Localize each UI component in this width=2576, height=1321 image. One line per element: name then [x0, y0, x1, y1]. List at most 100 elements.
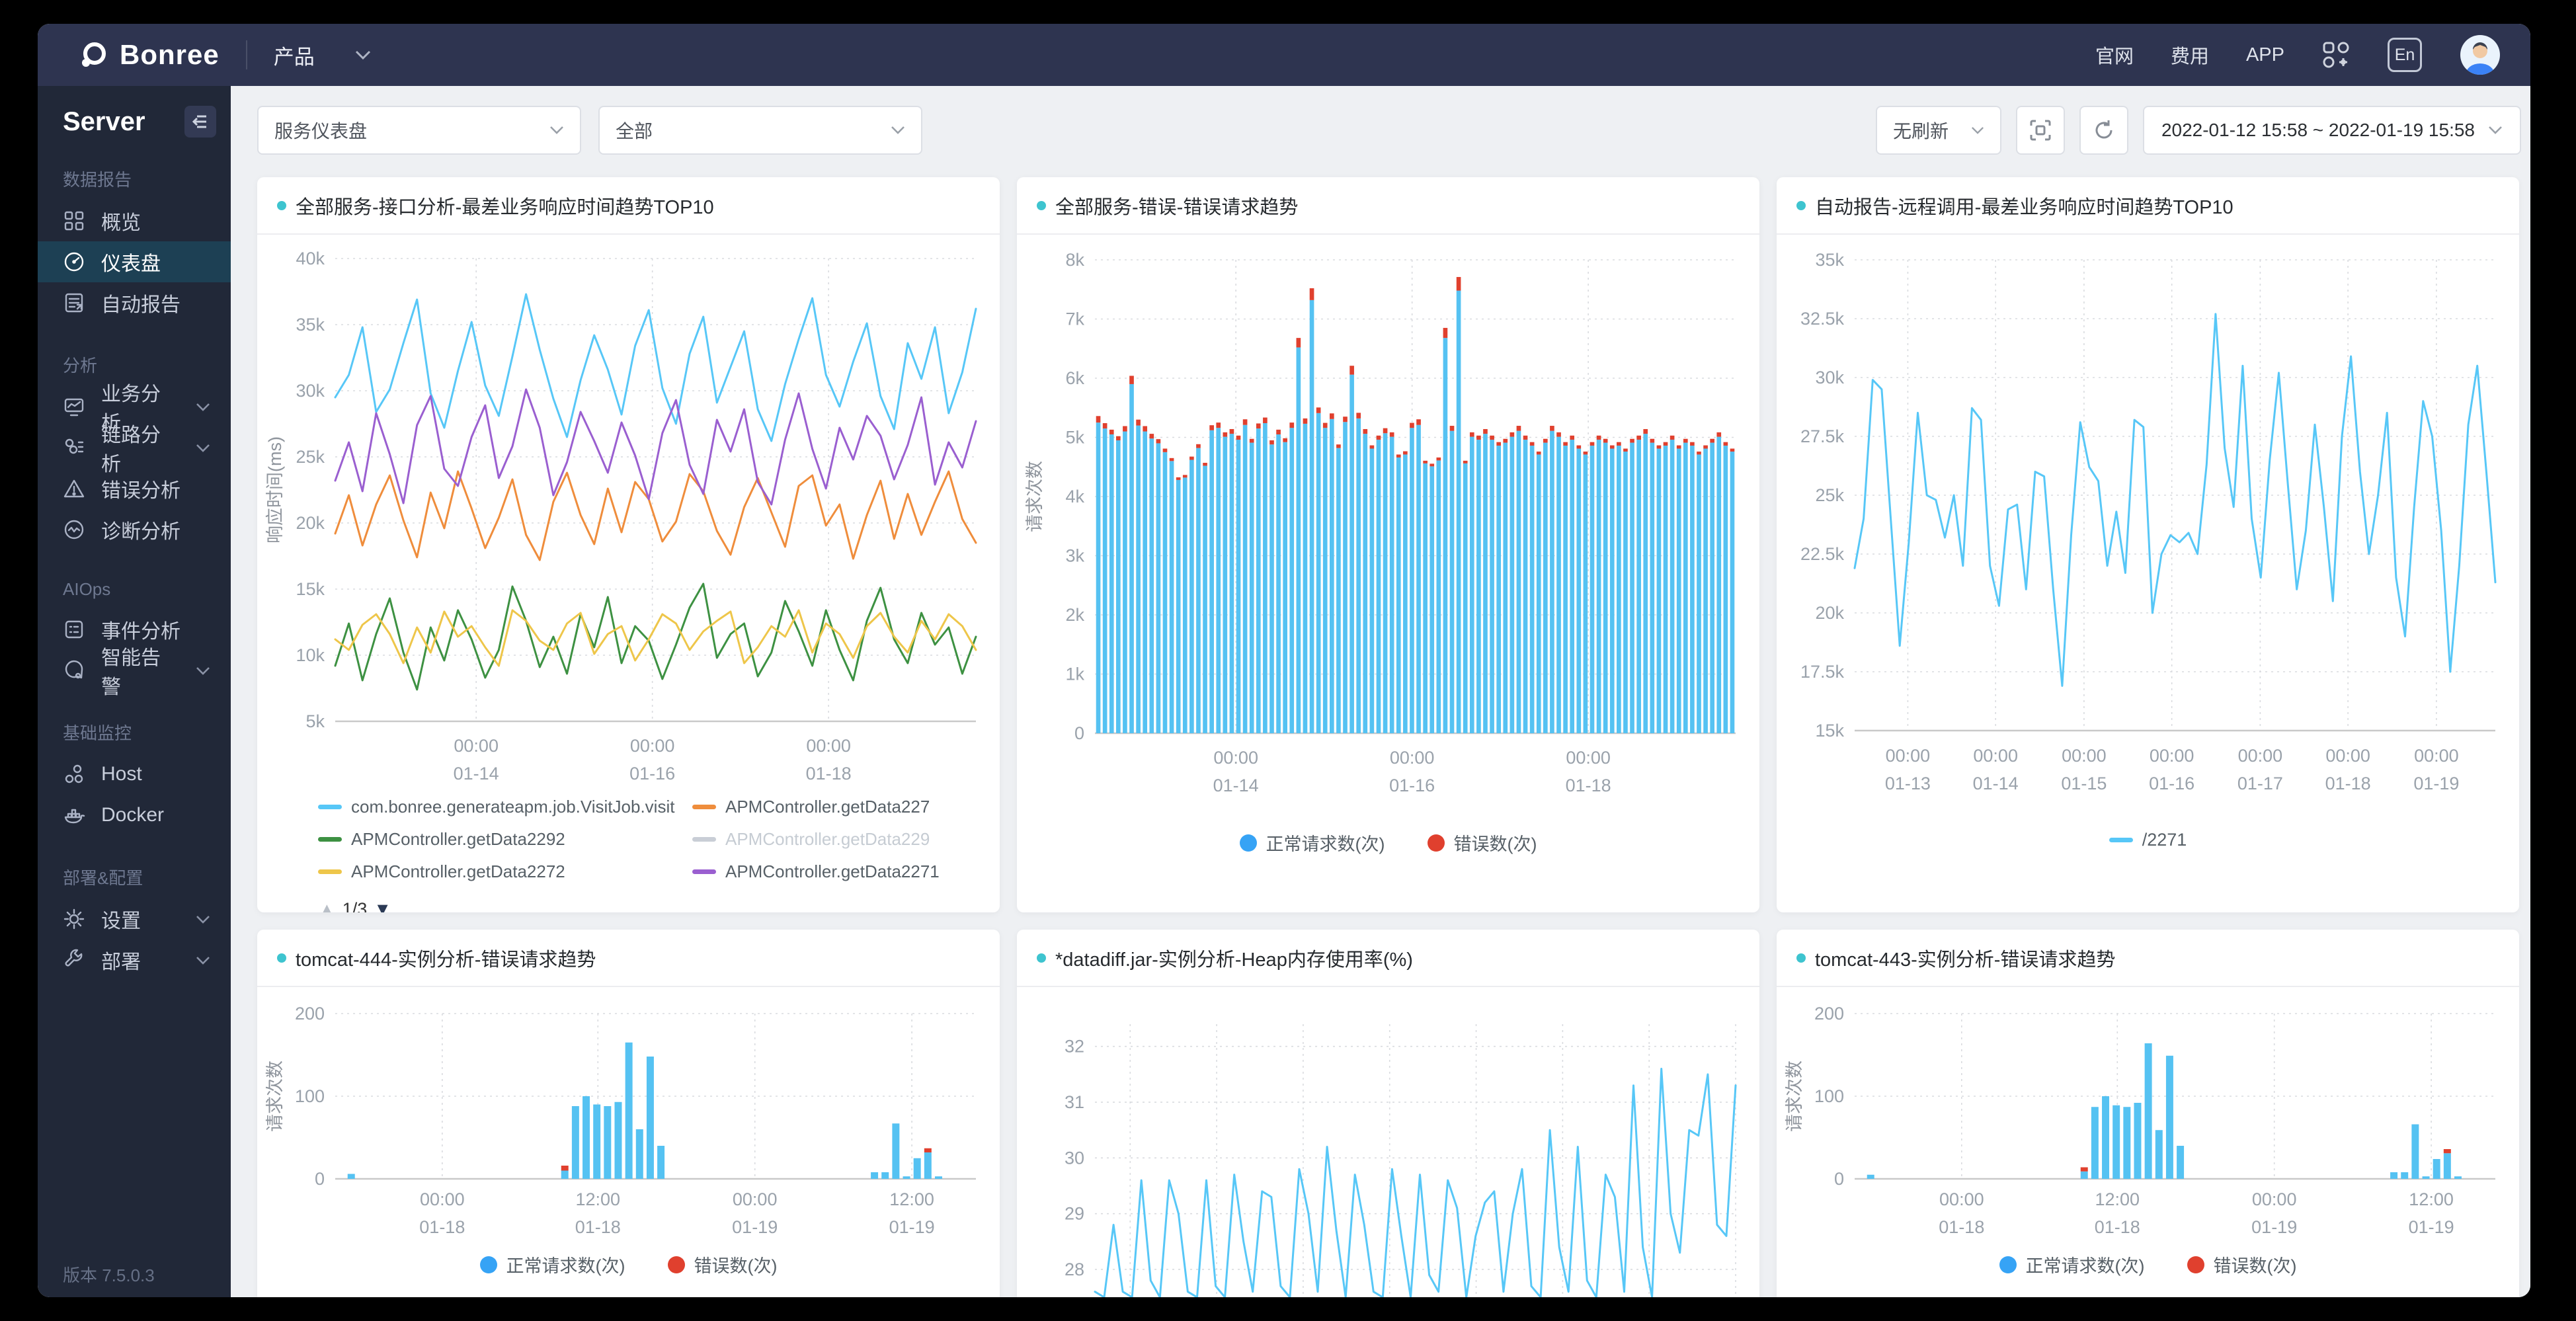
svg-text:请求次数: 请求次数 [1025, 461, 1045, 532]
sidebar-item-warn[interactable]: 错误分析 [38, 468, 231, 509]
svg-text:01-18: 01-18 [2325, 774, 2371, 793]
svg-text:00:00: 00:00 [420, 1189, 465, 1209]
legend-page-down[interactable]: ▼ [374, 899, 391, 912]
svg-text:01-19: 01-19 [732, 1217, 778, 1237]
product-menu[interactable]: 产品 [274, 40, 315, 70]
legend-item[interactable]: APMController.getData2272 [318, 861, 692, 882]
legend-dot [2187, 1256, 2204, 1273]
svg-text:15k: 15k [296, 579, 325, 599]
chevron-down-icon[interactable] [354, 50, 372, 60]
legend-item[interactable]: 错误数(次) [1428, 830, 1537, 856]
legend-dot [1240, 834, 1257, 852]
chevron-down-icon [2488, 126, 2503, 135]
avatar[interactable] [2459, 34, 2501, 76]
sidebar-item-alarm[interactable]: 智能告警 [38, 650, 231, 691]
refresh-interval-value: 无刷新 [1893, 117, 1949, 143]
chart-canvas[interactable]: 00:0001-1812:0001-1800:0001-1912:0001-19… [257, 987, 1000, 1297]
svg-text:请求次数: 请求次数 [1785, 1061, 1804, 1132]
sidebar-collapse-button[interactable] [184, 106, 216, 138]
wrench-icon [63, 949, 85, 971]
refresh-button[interactable] [2079, 106, 2128, 155]
link-billing[interactable]: 费用 [2171, 41, 2209, 69]
legend-item[interactable]: 正常请求数(次) [480, 1252, 625, 1277]
grid-icon [63, 210, 85, 232]
svg-text:12:00: 12:00 [576, 1189, 621, 1209]
apps-grid-icon[interactable] [2321, 40, 2351, 69]
legend-pager: ▲1/3▼ [318, 899, 940, 912]
svg-text:20k: 20k [296, 513, 325, 533]
svg-text:200: 200 [295, 1004, 325, 1023]
link-official-site[interactable]: 官网 [2095, 41, 2134, 69]
brand-logo[interactable]: Bonree [77, 39, 220, 71]
sidebar-nav: 数据报告概览仪表盘自动报告分析业务分析链路分析错误分析诊断分析AIOps事件分析… [38, 167, 231, 981]
svg-text:01-14: 01-14 [1213, 776, 1259, 795]
sidebar-item-report[interactable]: 自动报告 [38, 282, 231, 323]
svg-text:00:00: 00:00 [1213, 748, 1258, 768]
legend-item[interactable]: APMController.getData2292 [318, 829, 692, 850]
svg-text:00:00: 00:00 [1566, 748, 1611, 768]
sidebar-item-docker[interactable]: Docker [38, 795, 231, 836]
chart-canvas[interactable]: 00:0001-1812:0001-1800:0001-1912:0001-19… [1777, 987, 2519, 1297]
chart-card: tomcat-443-实例分析-错误请求趋势 00:0001-1812:0001… [1777, 930, 2519, 1297]
topbar: Bonree 产品 官网 费用 APP En [38, 24, 2530, 86]
chart-card-header: *datadiff.jar-实例分析-Heap内存使用率(%) [1017, 930, 1759, 987]
legend-item[interactable]: 错误数(次) [668, 1252, 778, 1277]
sidebar-item-diag[interactable]: 诊断分析 [38, 509, 231, 550]
fullscreen-button[interactable] [2016, 106, 2065, 155]
svg-text:00:00: 00:00 [1939, 1189, 1984, 1209]
language-toggle[interactable]: En [2388, 38, 2422, 72]
svg-text:25k: 25k [1815, 485, 1844, 505]
chart-canvas[interactable]: 2829303132 [1017, 987, 1759, 1297]
charts-grid: 全部服务-接口分析-最差业务响应时间趋势TOP10 00:00 01-14 00:0… [231, 177, 2530, 1297]
chevron-down-icon [195, 402, 211, 412]
sidebar-item-link[interactable]: 链路分析 [38, 427, 231, 468]
svg-text:8k: 8k [1065, 250, 1084, 270]
chart-canvas[interactable]: 00:0001-1400:0001-1600:0001-1801k2k3k4k5… [1017, 235, 1759, 912]
dashboard-select[interactable]: 服务仪表盘 [257, 106, 581, 155]
legend-item[interactable]: 错误数(次) [2187, 1252, 2297, 1277]
legend-page-up[interactable]: ▲ [318, 899, 336, 912]
chart-title: 全部服务-接口分析-最差业务响应时间趋势TOP10 [296, 192, 714, 220]
svg-text:15k: 15k [1815, 721, 1844, 741]
refresh-interval-select[interactable]: 无刷新 [1876, 106, 2001, 155]
svg-text:25k: 25k [296, 447, 325, 467]
svg-text:01-17: 01-17 [2237, 774, 2283, 793]
event-icon [63, 618, 85, 641]
link-app[interactable]: APP [2246, 44, 2284, 66]
sidebar-item-grid[interactable]: 概览 [38, 200, 231, 241]
chart-body: 00:0001-1400:0001-1600:0001-185k10k15k20… [257, 235, 1000, 912]
svg-text:28: 28 [1065, 1260, 1084, 1279]
sidebar-item-label: 事件分析 [101, 615, 181, 644]
sidebar-item-label: 仪表盘 [101, 247, 161, 276]
sidebar-item-label: 链路分析 [101, 419, 179, 477]
dashboard-toolbar: 服务仪表盘 全部 无刷新 [257, 106, 2521, 155]
legend-item[interactable]: 正常请求数(次) [1999, 1252, 2145, 1277]
sidebar-item-gear[interactable]: 设置 [38, 899, 231, 940]
date-range-picker[interactable]: 2022-01-12 15:58 ~ 2022-01-19 15:58 [2143, 106, 2521, 155]
warn-icon [63, 477, 85, 500]
legend-item[interactable]: /2271 [2109, 830, 2187, 850]
chart-canvas[interactable]: 00:0001-1300:0001-1400:0001-1500:0001-16… [1777, 235, 2519, 912]
svg-text:00:00: 00:00 [454, 736, 499, 756]
legend-item[interactable]: com.bonree.generateapm.job.VisitJob.visi… [318, 797, 692, 817]
sidebar-item-wrench[interactable]: 部署 [38, 940, 231, 981]
legend-item[interactable]: APMController.getData227 [692, 797, 940, 817]
legend-item[interactable]: 正常请求数(次) [1240, 830, 1385, 856]
svg-text:32.5k: 32.5k [1800, 309, 1845, 329]
chart-title: tomcat-444-实例分析-错误请求趋势 [296, 944, 596, 972]
scope-select[interactable]: 全部 [598, 106, 922, 155]
legend-item[interactable]: APMController.getData2271 [692, 861, 940, 882]
svg-text:01-18: 01-18 [806, 764, 852, 783]
sidebar-item-host[interactable]: Host [38, 754, 231, 795]
sidebar-item-label: Docker [101, 804, 164, 826]
svg-text:00:00: 00:00 [630, 736, 675, 756]
svg-text:6k: 6k [1065, 368, 1084, 388]
svg-text:01-18: 01-18 [419, 1217, 465, 1237]
legend-swatch [692, 837, 716, 842]
legend-item[interactable]: APMController.getData229 [692, 829, 940, 850]
chart-body: 2829303132 [1017, 987, 1759, 1297]
legend-label: 错误数(次) [694, 1252, 778, 1277]
svg-text:35k: 35k [1815, 250, 1844, 270]
sidebar-item-gauge[interactable]: 仪表盘 [38, 241, 231, 282]
chart-title: 全部服务-错误-错误请求趋势 [1055, 192, 1298, 220]
